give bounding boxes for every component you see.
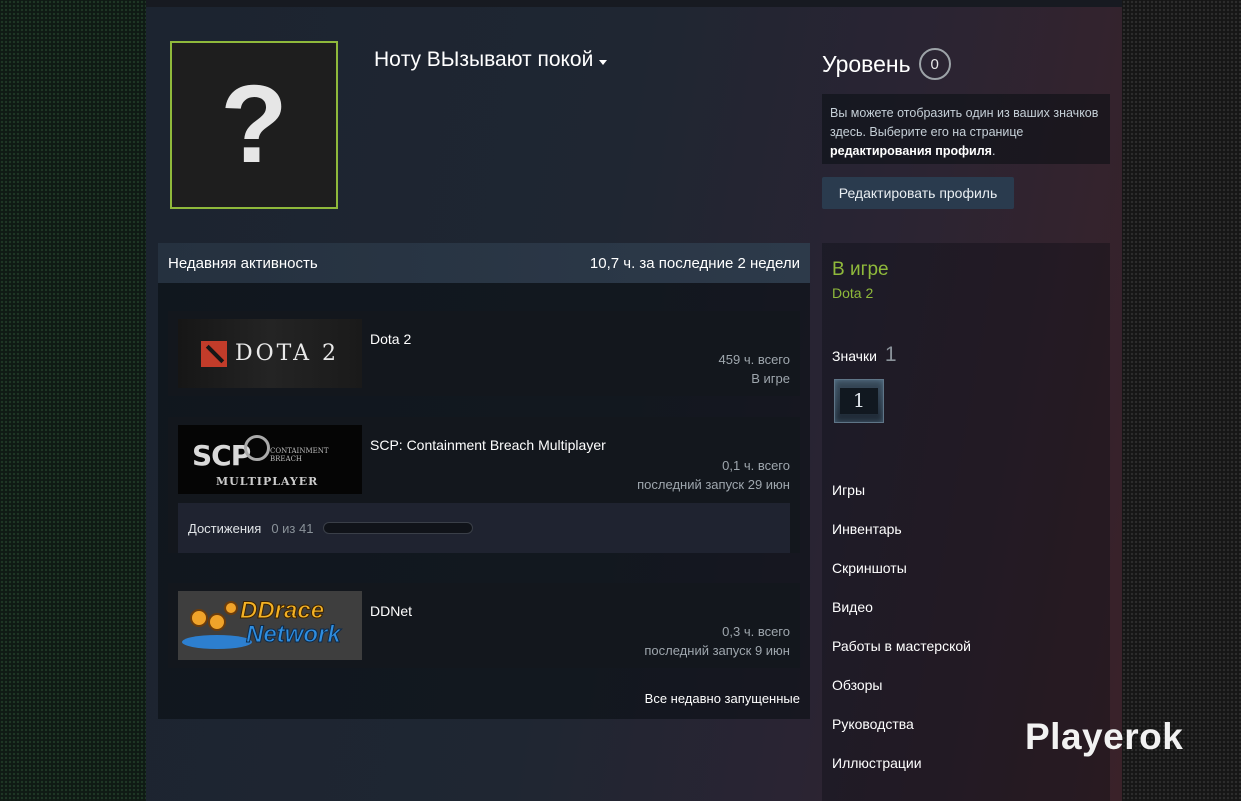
ddnet-wave-shape (182, 635, 252, 649)
achievements-label: Достижения (188, 520, 262, 536)
capsule-multiplayer: MULTIPLAYER (216, 475, 319, 488)
all-recent-link[interactable]: Все недавно запущенные (645, 691, 800, 706)
game-status: последний запуск 29 июн (637, 477, 790, 492)
game-hours: 0,3 ч. всего (722, 624, 790, 639)
top-bar (0, 0, 1241, 7)
badge-tile[interactable]: 1 (834, 379, 884, 423)
game-title[interactable]: SCP: Containment Breach Multiplayer (370, 437, 606, 453)
badge-note: Вы можете отобразить один из ваших значк… (822, 94, 1110, 164)
badge-note-text: Вы можете отобразить один из ваших значк… (830, 106, 1099, 139)
background-right (1122, 0, 1241, 801)
level-block: Уровень 0 (822, 48, 951, 80)
game-capsule-ddnet[interactable]: DDrace Network (178, 591, 362, 660)
sidebar-link-workshop[interactable]: Работы в мастерской (832, 638, 971, 654)
ddnet-tee-icon (190, 609, 208, 627)
capsule-line2: Network (246, 621, 342, 649)
achievements-count: 0 из 41 (271, 520, 314, 536)
avatar-placeholder-icon: ? (220, 63, 288, 186)
badges-label: Значки (832, 348, 877, 364)
recent-activity-title: Недавняя активность (168, 254, 318, 272)
username-dropdown[interactable]: Hoтy ВЫзывают покой (374, 48, 608, 72)
ingame-game[interactable]: Dota 2 (832, 285, 873, 301)
capsule-text: DOTA 2 (234, 341, 340, 366)
sidebar-link-inventory[interactable]: Инвентарь (832, 521, 902, 537)
badge-note-link[interactable]: редактирования профиля (830, 144, 992, 158)
badge-years-icon: 1 (840, 388, 878, 414)
game-hours: 459 ч. всего (718, 352, 790, 367)
level-badge[interactable]: 0 (918, 48, 951, 80)
level-label: Уровень (822, 50, 911, 77)
recent-activity: Недавняя активность 10,7 ч. за последние… (158, 243, 810, 719)
username: Hoтy ВЫзывают покой (374, 48, 594, 71)
game-title[interactable]: Dota 2 (370, 331, 411, 347)
ddnet-tee-icon (224, 601, 238, 615)
game-status: В игре (751, 371, 790, 386)
sidebar-link-games[interactable]: Игры (832, 482, 865, 498)
ddnet-tee-icon (208, 613, 226, 631)
watermark: Playerok (1025, 716, 1184, 757)
background-left (0, 0, 146, 801)
game-row-dota2: DOTA 2 Dota 2 459 ч. всего В игре (168, 311, 800, 396)
game-capsule-dota2[interactable]: DOTA 2 (178, 319, 362, 388)
achievements-bar[interactable]: Достижения 0 из 41 (178, 503, 790, 553)
badges-count: 1 (884, 343, 897, 366)
sidebar-link-videos[interactable]: Видео (832, 599, 873, 615)
scp-logo-icon (244, 435, 270, 461)
capsule-text: SCP (192, 439, 251, 472)
sidebar-link-screenshots[interactable]: Скриншоты (832, 560, 907, 576)
achievements-progress (323, 522, 474, 534)
game-row-ddnet: DDrace Network DDNet 0,3 ч. всего послед… (168, 583, 800, 668)
capsule-subtext: CONTAINMENT BREACH (270, 447, 329, 463)
badges-heading[interactable]: Значки 1 (832, 343, 897, 367)
caret-down-icon (599, 59, 608, 65)
game-status: последний запуск 9 июн (644, 643, 790, 658)
game-hours: 0,1 ч. всего (722, 458, 790, 473)
sidebar-link-artwork[interactable]: Иллюстрации (832, 755, 922, 771)
dota-logo-icon (200, 340, 227, 367)
edit-profile-button[interactable]: Редактировать профиль (822, 177, 1014, 209)
avatar[interactable]: ? (170, 41, 338, 209)
recent-activity-header: Недавняя активность 10,7 ч. за последние… (158, 243, 810, 283)
game-row-scp: SCP CONTAINMENT BREACH MULTIPLAYER SCP: … (168, 417, 800, 553)
recent-activity-summary: 10,7 ч. за последние 2 недели (589, 254, 800, 272)
game-capsule-scp[interactable]: SCP CONTAINMENT BREACH MULTIPLAYER (178, 425, 362, 494)
sidebar-link-reviews[interactable]: Обзоры (832, 677, 883, 693)
badge-note-end: . (991, 144, 996, 158)
game-title[interactable]: DDNet (370, 603, 412, 619)
ingame-status: В игре (832, 259, 889, 280)
sidebar-link-guides[interactable]: Руководства (832, 716, 914, 732)
